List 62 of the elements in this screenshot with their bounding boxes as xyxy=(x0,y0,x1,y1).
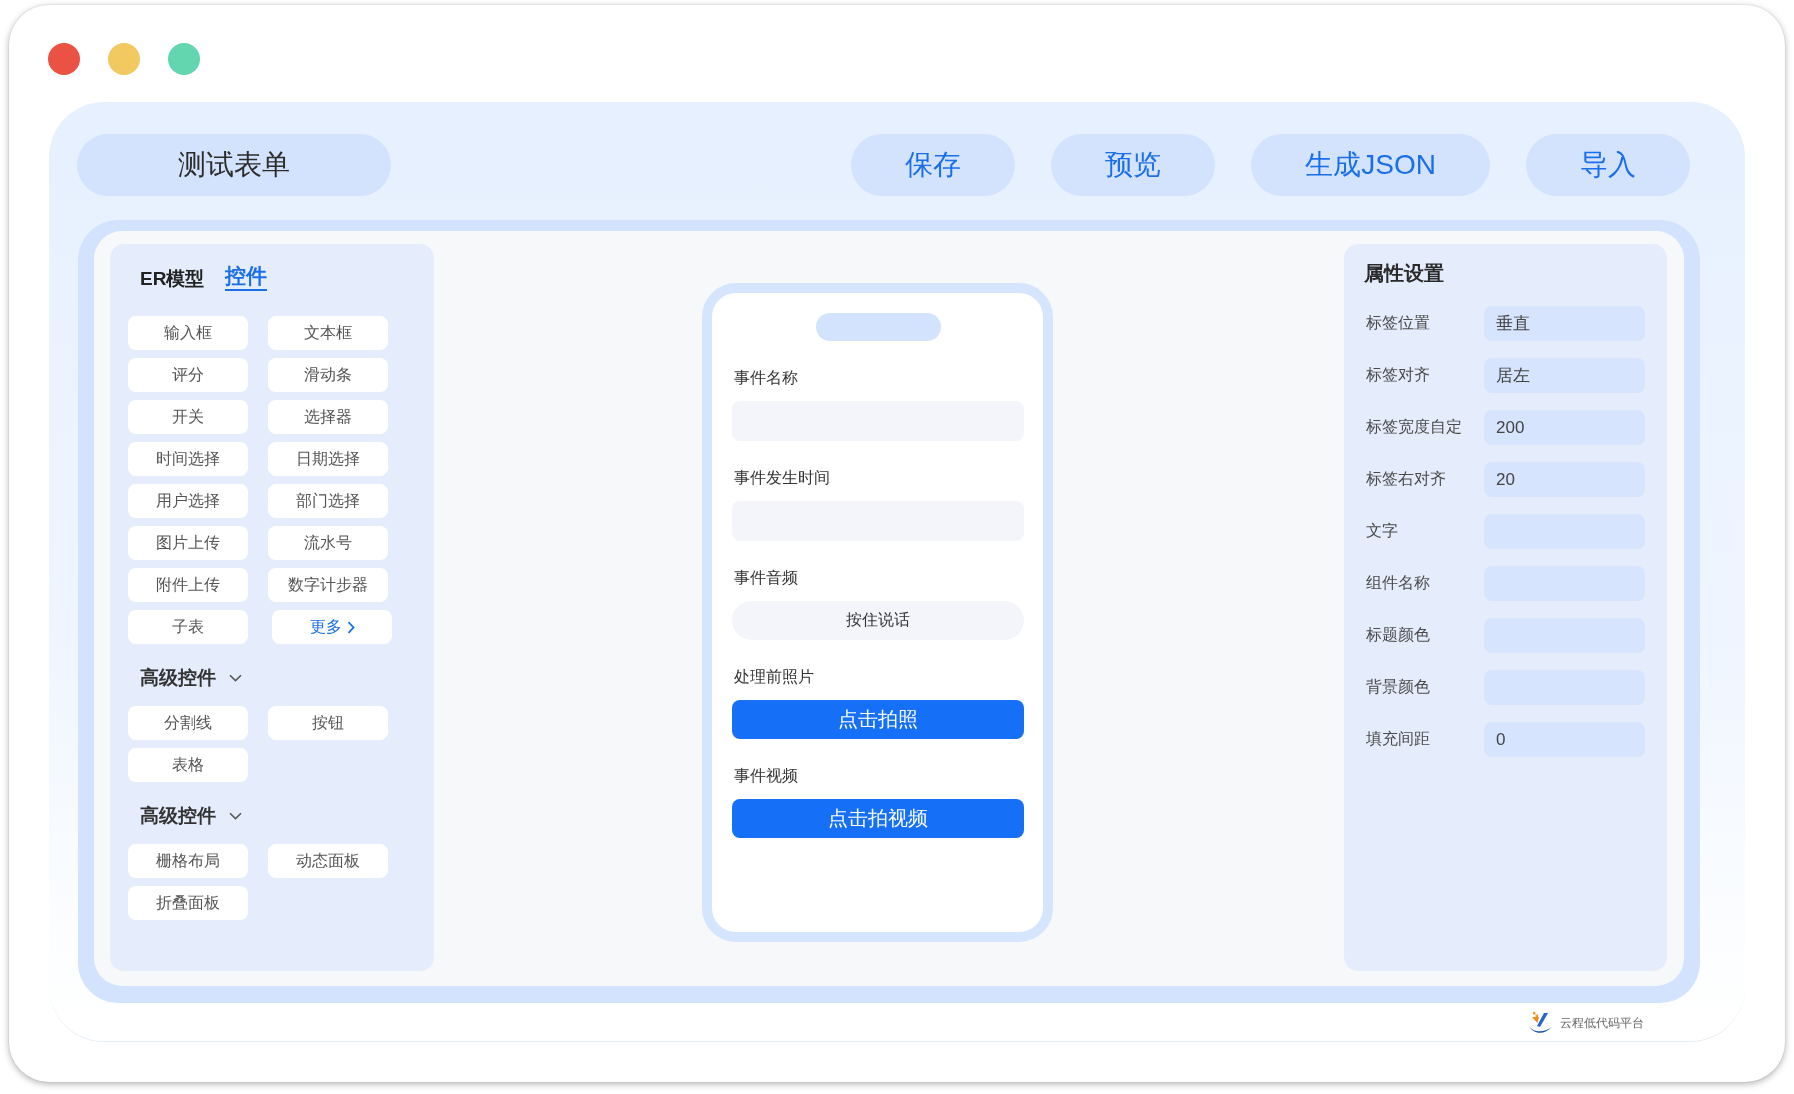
component-item[interactable]: 附件上传 xyxy=(128,568,248,602)
capture-button[interactable]: 点击拍视频 xyxy=(732,799,1024,838)
component-item[interactable]: 子表 xyxy=(128,610,248,644)
toolbar-button[interactable]: 导入 xyxy=(1526,134,1690,196)
property-label: 组件名称 xyxy=(1365,573,1431,593)
component-item[interactable]: 数字计步器 xyxy=(268,568,388,602)
voice-button[interactable]: 按住说话 xyxy=(732,601,1024,640)
property-label: 背景颜色 xyxy=(1365,677,1431,697)
property-field[interactable]: 0 xyxy=(1484,722,1645,757)
component-item[interactable]: 选择器 xyxy=(268,400,388,434)
property-label: 填充间距 xyxy=(1365,729,1431,749)
chevron-down-icon xyxy=(229,812,242,820)
tab[interactable]: 控件 xyxy=(225,263,268,291)
component-item[interactable]: 文本框 xyxy=(268,316,388,350)
component-item[interactable]: 时间选择 xyxy=(128,442,248,476)
component-item[interactable]: 流水号 xyxy=(268,526,388,560)
property-field[interactable]: 20 xyxy=(1484,462,1645,497)
form-title: 测试表单 xyxy=(77,134,391,196)
component-item[interactable]: 开关 xyxy=(128,400,248,434)
field-label: 事件发生时间 xyxy=(733,468,831,488)
toolbar-button[interactable]: 生成JSON xyxy=(1251,134,1490,196)
component-item[interactable]: 表格 xyxy=(128,748,248,782)
toolbar-button[interactable]: 预览 xyxy=(1051,134,1216,196)
component-item[interactable]: 部门选择 xyxy=(268,484,388,518)
field-label: 事件音频 xyxy=(733,568,799,588)
tab[interactable]: ER模型 xyxy=(140,266,205,294)
component-item[interactable]: 动态面板 xyxy=(268,844,388,878)
capture-button[interactable]: 点击拍照 xyxy=(732,700,1024,739)
chevron-right-icon xyxy=(346,620,355,634)
property-label: 文字 xyxy=(1365,521,1399,541)
property-label: 标签位置 xyxy=(1365,313,1431,333)
swoosh-logo-icon xyxy=(1528,1011,1552,1035)
group-toggle[interactable]: 高级控件 xyxy=(128,799,242,833)
close-icon[interactable] xyxy=(48,43,80,75)
property-label: 标签右对齐 xyxy=(1365,469,1447,489)
maximize-icon[interactable] xyxy=(168,43,200,75)
property-label: 标签对齐 xyxy=(1365,365,1431,385)
property-field[interactable]: 垂直 xyxy=(1484,306,1645,341)
more-button[interactable]: 更多 xyxy=(272,610,392,644)
component-item[interactable]: 栅格布局 xyxy=(128,844,248,878)
panel-title: 属性设置 xyxy=(1364,261,1445,286)
component-item[interactable]: 评分 xyxy=(128,358,248,392)
component-item[interactable]: 日期选择 xyxy=(268,442,388,476)
component-item[interactable]: 滑动条 xyxy=(268,358,388,392)
component-item[interactable]: 分割线 xyxy=(128,706,248,740)
chevron-down-icon xyxy=(229,674,242,682)
brand-name: 云程低代码平台 xyxy=(1560,1014,1644,1032)
toolbar-button[interactable]: 保存 xyxy=(851,134,1016,196)
component-item[interactable]: 图片上传 xyxy=(128,526,248,560)
property-label: 标签宽度自定 xyxy=(1365,417,1463,437)
component-item[interactable]: 按钮 xyxy=(268,706,388,740)
group-toggle[interactable]: 高级控件 xyxy=(128,661,242,695)
property-label: 标题颜色 xyxy=(1365,625,1431,645)
property-field[interactable]: 200 xyxy=(1484,410,1645,445)
property-field[interactable]: 居左 xyxy=(1484,358,1645,393)
component-item[interactable]: 折叠面板 xyxy=(128,886,248,920)
field-label: 处理前照片 xyxy=(733,667,815,687)
component-item[interactable]: 用户选择 xyxy=(128,484,248,518)
minimize-icon[interactable] xyxy=(108,43,140,75)
component-item[interactable]: 输入框 xyxy=(128,316,248,350)
field-label: 事件视频 xyxy=(733,766,799,786)
field-label: 事件名称 xyxy=(733,368,799,388)
